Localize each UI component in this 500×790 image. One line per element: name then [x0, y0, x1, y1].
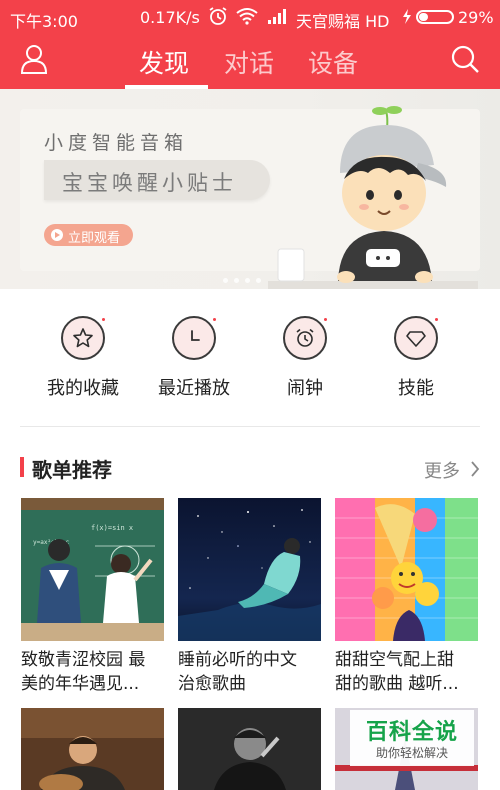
search-icon[interactable]: [450, 44, 480, 74]
status-network-speed: 0.17K/s: [140, 8, 200, 27]
promo-banner[interactable]: 小度智能音箱 宝宝唤醒小贴士 立即观看: [0, 89, 500, 289]
status-bar: 下午3:00 0.17K/s 天官赐福 HD 29%: [0, 0, 500, 34]
playlist-title[interactable]: 睡前必听的中文 治愈歌曲: [178, 648, 328, 696]
watch-now-button[interactable]: 立即观看: [44, 224, 133, 246]
quick-actions: 我的收藏 最近播放 闹钟 技能: [0, 289, 500, 429]
carousel-dot[interactable]: [223, 278, 228, 283]
sparkle-icon: [435, 318, 438, 321]
skills-button[interactable]: 技能: [361, 316, 471, 399]
watch-now-label: 立即观看: [68, 231, 121, 246]
recent-icon-circle: [172, 316, 216, 360]
alarm-icon: [296, 328, 314, 347]
favorites-label: 我的收藏: [47, 378, 119, 399]
alarm-icon-circle: [283, 316, 327, 360]
star-icon: [73, 328, 93, 348]
carousel-indicator[interactable]: [220, 268, 264, 287]
wifi-icon: [236, 8, 258, 25]
playlist-cover-singer[interactable]: [178, 708, 321, 790]
banner-subtitle: 宝宝唤醒小贴士: [62, 171, 237, 195]
playlist-title-line: 睡前必听的中文: [178, 650, 297, 670]
section-divider: [20, 426, 480, 427]
favorites-icon-circle: [61, 316, 105, 360]
alarm-label: 闹钟: [287, 378, 323, 399]
play-icon: [51, 229, 63, 241]
status-battery-percent: 29%: [458, 8, 494, 27]
alarm-status-icon: [209, 7, 227, 25]
playlist-title-line: 甜甜空气配上甜: [335, 650, 454, 670]
charging-icon: [403, 9, 411, 24]
playlist-cover-sweet[interactable]: [335, 498, 478, 641]
more-link[interactable]: 更多: [424, 457, 460, 483]
recent-played-label: 最近播放: [158, 378, 230, 399]
favorites-button[interactable]: 我的收藏: [28, 316, 138, 399]
status-time: 下午3:00: [10, 12, 78, 31]
tab-chat[interactable]: 对话: [224, 44, 274, 80]
skills-label: 技能: [398, 378, 434, 399]
playlist-title-line: 甜的歌曲 越听...: [335, 674, 459, 694]
section-accent-bar: [20, 457, 24, 477]
sparkle-icon: [213, 318, 216, 321]
playlist-title-line: 美的年华遇见...: [21, 674, 140, 694]
playlist-title[interactable]: 致敬青涩校园 最 美的年华遇见...: [21, 648, 171, 696]
carousel-dot[interactable]: [245, 278, 250, 283]
diamond-icon: [406, 331, 426, 347]
watermark-logo: 百科全说 助你轻松解决: [350, 710, 474, 766]
battery-level: [419, 13, 428, 21]
skills-icon-circle: [394, 316, 438, 360]
signal-icon: [268, 9, 286, 24]
chevron-right-icon[interactable]: [470, 460, 480, 478]
carousel-dot[interactable]: [256, 278, 261, 283]
battery-icon: [416, 10, 454, 24]
playlist-cover-campus[interactable]: f(x)=sin x y=ax²+bx+c: [21, 498, 164, 641]
recent-played-button[interactable]: 最近播放: [139, 316, 249, 399]
watermark-subtitle: 助你轻松解决: [375, 746, 448, 760]
tab-devices[interactable]: 设备: [308, 44, 358, 80]
status-carrier: 天官赐福 HD: [296, 12, 390, 31]
sparkle-icon: [324, 318, 327, 321]
user-profile-icon[interactable]: [20, 44, 48, 74]
playlist-cover-guitar[interactable]: [21, 708, 164, 790]
tab-discover[interactable]: 发现: [139, 44, 189, 80]
watermark-title: 百科全说: [365, 720, 458, 745]
carousel-dot[interactable]: [234, 278, 239, 283]
banner-title: 小度智能音箱: [44, 132, 189, 154]
alarm-button[interactable]: 闹钟: [250, 316, 360, 399]
playlist-cover-night[interactable]: [178, 498, 321, 641]
playlist-title-line: 治愈歌曲: [178, 674, 246, 694]
app-header: 下午3:00 0.17K/s 天官赐福 HD 29% 发现 对话 设备: [0, 0, 500, 89]
section-title: 歌单推荐: [32, 458, 112, 482]
cartoon-boy-illustration: [268, 106, 478, 289]
clock-icon: [191, 330, 200, 341]
playlist-title[interactable]: 甜甜空气配上甜 甜的歌曲 越听...: [335, 648, 485, 696]
sparkle-icon: [102, 318, 105, 321]
svg-text:f(x)=sin x: f(x)=sin x: [91, 524, 133, 532]
playlist-title-line: 致敬青涩校园 最: [21, 650, 146, 670]
